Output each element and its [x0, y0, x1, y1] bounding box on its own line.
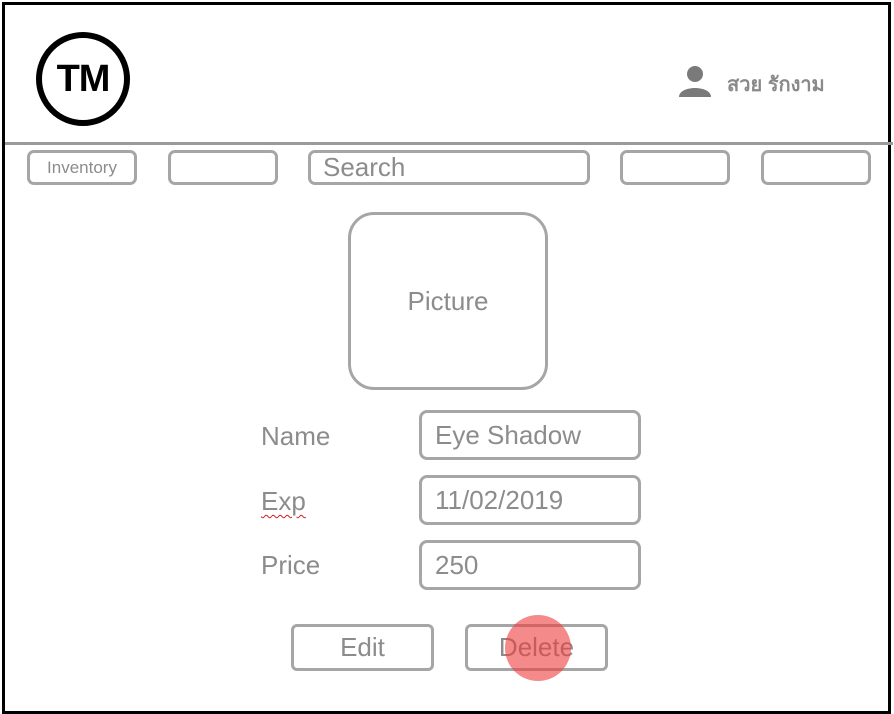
inventory-button[interactable]: Inventory	[27, 150, 137, 185]
edit-button[interactable]: Edit	[291, 624, 434, 671]
click-indicator	[505, 615, 571, 681]
price-label: Price	[261, 550, 321, 580]
product-picture: Picture	[348, 212, 548, 390]
search-input[interactable]: Search	[308, 150, 590, 185]
nav-button-4[interactable]	[620, 150, 730, 185]
header-divider	[5, 142, 893, 145]
name-field[interactable]: Eye Shadow	[419, 410, 641, 460]
nav-button-2[interactable]	[168, 150, 278, 185]
user-name: สวย รักงาม	[727, 74, 825, 96]
exp-field[interactable]: 11/02/2019	[419, 475, 641, 525]
tm-logo: TM	[36, 32, 130, 126]
user-icon	[679, 66, 711, 97]
nav-button-5[interactable]	[761, 150, 871, 185]
app-window: TM สวย รักงาม Inventory Search Picture N…	[2, 2, 893, 714]
exp-label: Exp	[261, 486, 306, 516]
name-label: Name	[261, 421, 331, 451]
price-field[interactable]: 250	[419, 540, 641, 590]
